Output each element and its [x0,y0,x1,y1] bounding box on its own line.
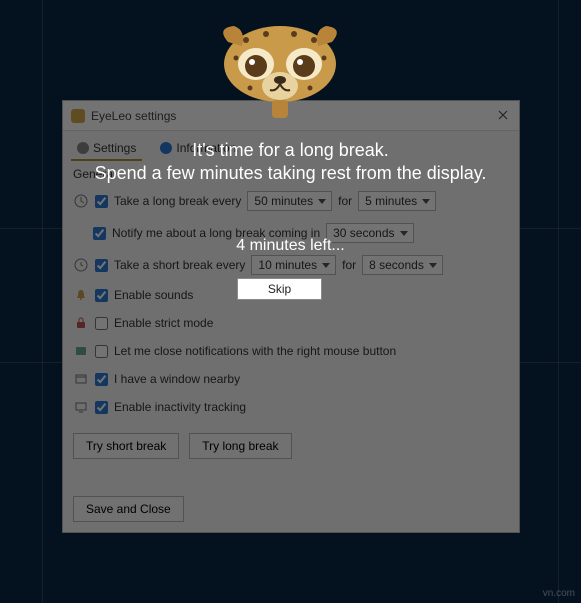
skip-button[interactable]: Skip [237,278,322,300]
leopard-mascot [206,22,354,118]
watermark: vn.com [543,588,575,599]
